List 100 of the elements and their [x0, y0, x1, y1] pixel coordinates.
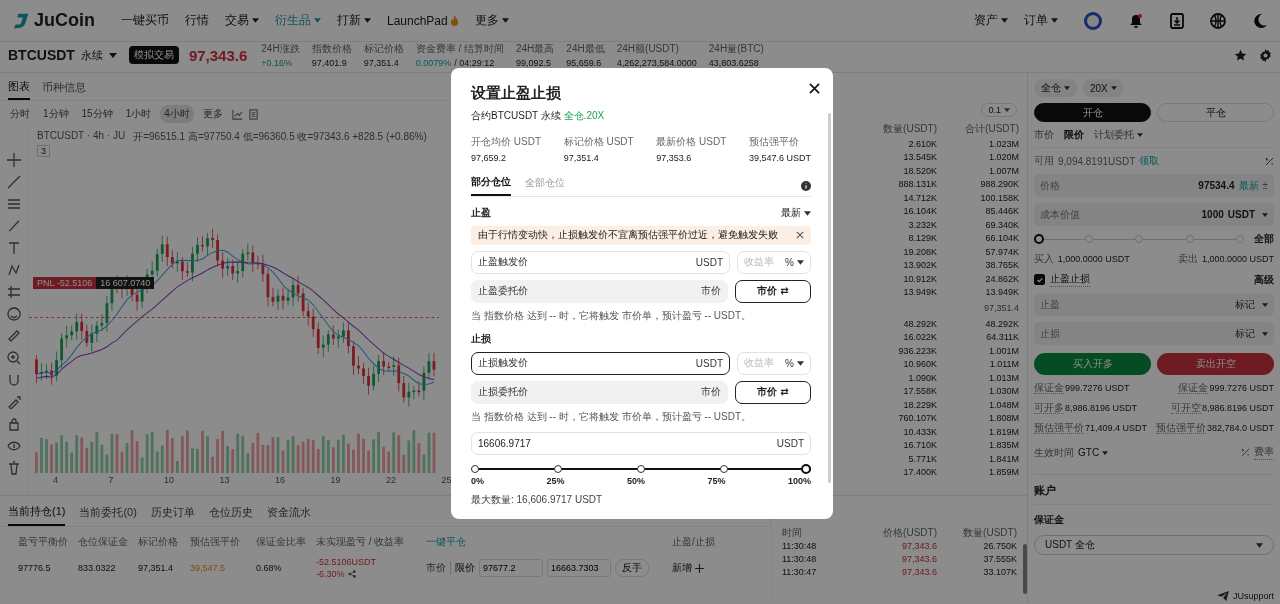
- chart-tab[interactable]: 图表: [8, 79, 30, 100]
- caret-icon[interactable]: [108, 52, 117, 58]
- nav-menu-item[interactable]: 更多: [474, 12, 509, 29]
- position-scope-tab[interactable]: 部分仓位: [471, 175, 511, 196]
- moon-icon[interactable]: [1252, 12, 1268, 29]
- input-field[interactable]: 止盈 标记: [1034, 293, 1274, 316]
- trigger-price-field[interactable]: 止损触发价 USDT: [471, 351, 730, 375]
- checkbox[interactable]: [1034, 274, 1045, 285]
- amount-field[interactable]: 16606.9717 USDT: [471, 431, 811, 455]
- document-icon[interactable]: [247, 108, 259, 120]
- price-field[interactable]: 价格 97534.4 最新 ±: [1034, 174, 1274, 197]
- text-tool-icon[interactable]: [7, 241, 21, 255]
- percent-icon[interactable]: [1265, 156, 1274, 166]
- interval-button[interactable]: 1小时: [121, 105, 156, 123]
- reverse-button[interactable]: 反手: [615, 559, 649, 577]
- positions-tab[interactable]: 资金流水: [266, 504, 311, 526]
- nav-menu-item[interactable]: 资产: [974, 12, 1008, 29]
- indicator-toggle[interactable]: 3: [37, 145, 50, 157]
- order-type-toggle[interactable]: 市价 ⇄: [735, 279, 811, 303]
- avatar-icon[interactable]: [1084, 11, 1102, 30]
- scrollbar-thumb[interactable]: [1023, 544, 1027, 594]
- positions-tab[interactable]: 历史订单: [150, 504, 195, 526]
- interval-button[interactable]: 15分钟: [77, 105, 117, 123]
- ruler-icon[interactable]: [7, 329, 21, 343]
- order-price-field[interactable]: 止盈委托价 市价: [471, 279, 728, 303]
- close-type-tab[interactable]: 限价: [450, 561, 475, 575]
- slider-stop[interactable]: [720, 464, 728, 473]
- order-type-tab[interactable]: 计划委托: [1094, 128, 1143, 142]
- time-in-force-dropdown[interactable]: GTC: [1078, 447, 1109, 458]
- contract-type[interactable]: 永续: [80, 47, 103, 63]
- star-icon[interactable]: [1234, 48, 1247, 62]
- ratio-field[interactable]: 收益率 %: [737, 351, 811, 375]
- nav-menu-item[interactable]: 一键买币: [121, 12, 169, 29]
- checkbox-label[interactable]: 止盈止损: [1050, 272, 1090, 287]
- info-icon[interactable]: [801, 180, 811, 191]
- order-type-tab[interactable]: 市价: [1034, 128, 1054, 142]
- slider-stop[interactable]: [637, 464, 645, 473]
- interval-button[interactable]: 1分钟: [39, 105, 73, 123]
- share-icon[interactable]: [347, 570, 356, 578]
- positions-tab[interactable]: 当前委托(0): [79, 504, 137, 526]
- smiley-icon[interactable]: [7, 307, 21, 321]
- positions-tab[interactable]: 当前持仓(1): [8, 504, 66, 526]
- paper-plane-icon[interactable]: [1216, 591, 1229, 601]
- margin-mode-dropdown[interactable]: 全仓: [1034, 79, 1077, 97]
- trash-icon[interactable]: [7, 461, 21, 475]
- positions-tab[interactable]: 仓位历史: [208, 504, 253, 526]
- ruler-lines-icon[interactable]: [7, 285, 21, 299]
- logo-icon[interactable]: [12, 11, 30, 30]
- order-type-toggle[interactable]: 市价 ⇄: [735, 380, 811, 404]
- globe-icon[interactable]: [1210, 12, 1226, 29]
- order-button[interactable]: 卖出开空: [1157, 353, 1274, 375]
- slider-thumb[interactable]: [801, 463, 811, 474]
- slider-thumb[interactable]: [1034, 234, 1044, 244]
- close-quantity-field[interactable]: 16663.7303: [547, 559, 611, 577]
- pattern-icon[interactable]: [7, 263, 21, 277]
- advanced-link[interactable]: 高级: [1254, 272, 1274, 287]
- amount-slider[interactable]: [1034, 234, 1244, 244]
- support-link[interactable]: JUsupport: [1232, 591, 1274, 601]
- nav-menu-item[interactable]: 行情: [185, 12, 209, 29]
- indicator-icon[interactable]: [231, 108, 243, 120]
- eye-icon[interactable]: [7, 439, 21, 453]
- download-icon[interactable]: [1170, 12, 1184, 29]
- order-button[interactable]: 买入开多: [1034, 353, 1151, 375]
- position-scope-tab[interactable]: 全部仓位: [525, 176, 565, 195]
- nav-menu-item[interactable]: 订单: [1024, 12, 1058, 29]
- ratio-field[interactable]: 收益率 %: [737, 250, 811, 274]
- symbol-name[interactable]: BTCUSDT: [8, 47, 75, 63]
- horizontal-lines-icon[interactable]: [7, 197, 21, 211]
- amount-slider[interactable]: [471, 463, 811, 474]
- trend-line-icon[interactable]: [7, 175, 21, 189]
- add-tpsl-button[interactable]: 新增: [672, 561, 728, 575]
- close-type-tab[interactable]: 市价: [426, 561, 446, 575]
- bell-icon[interactable]: [1128, 12, 1144, 29]
- position-side-tab[interactable]: 开仓: [1034, 103, 1151, 122]
- nav-menu-item[interactable]: 交易: [225, 12, 259, 29]
- crosshair-icon[interactable]: [7, 153, 21, 167]
- settings-icon[interactable]: [1259, 48, 1272, 62]
- order-type-tab[interactable]: 限价: [1064, 128, 1084, 142]
- close-icon[interactable]: [808, 82, 821, 95]
- input-field[interactable]: 止损 标记: [1034, 322, 1274, 345]
- scrollbar-thumb[interactable]: [828, 113, 831, 483]
- nav-menu-item[interactable]: 打新: [337, 12, 371, 29]
- chart-tab[interactable]: 币种信息: [42, 79, 86, 100]
- pencil-lock-icon[interactable]: [7, 395, 21, 409]
- nav-menu-item[interactable]: LaunchPad: [387, 13, 459, 28]
- price-type-dropdown[interactable]: 最新: [781, 206, 811, 220]
- slider-stop[interactable]: [554, 464, 562, 473]
- close-price-field[interactable]: 97677.2: [479, 559, 543, 577]
- magnet-icon[interactable]: [7, 373, 21, 387]
- interval-button[interactable]: 4小时: [160, 105, 194, 123]
- order-price-field[interactable]: 止损委托价 市价: [471, 380, 728, 404]
- interval-button[interactable]: 分时: [6, 105, 34, 123]
- logo-text[interactable]: JuCoin: [34, 10, 95, 31]
- leverage-dropdown[interactable]: 20X: [1083, 79, 1124, 97]
- fee-rate-link[interactable]: 费率: [1254, 445, 1274, 460]
- slider-stop[interactable]: [471, 464, 479, 473]
- trigger-price-field[interactable]: 止盈触发价 USDT: [471, 250, 730, 274]
- zoom-in-icon[interactable]: [7, 351, 21, 365]
- interval-button[interactable]: 更多: [198, 105, 227, 123]
- lock-icon[interactable]: [7, 417, 21, 431]
